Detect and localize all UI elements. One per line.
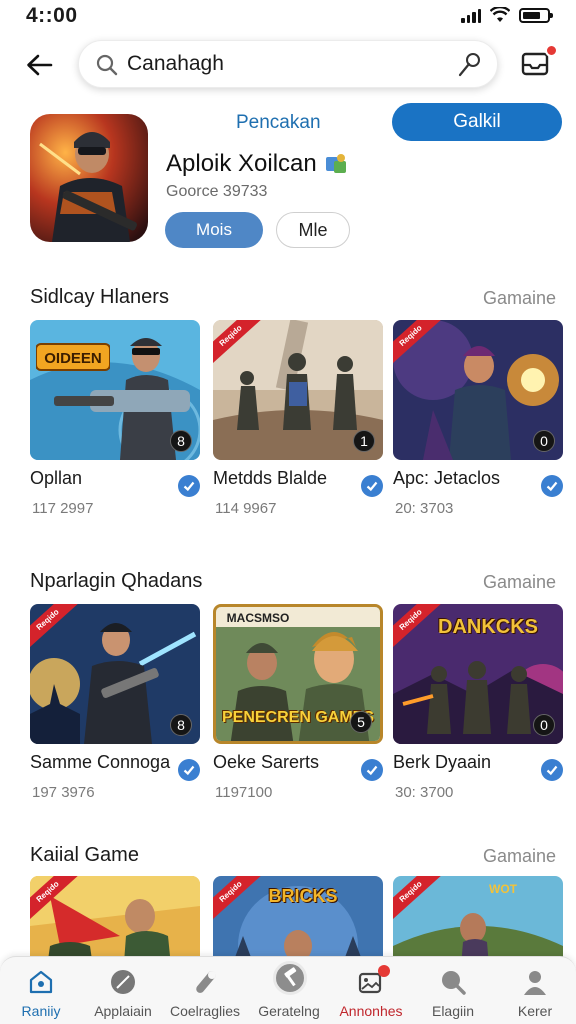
voice-search-icon[interactable] xyxy=(455,51,483,79)
verified-icon xyxy=(361,475,383,497)
rank-badge: 8 xyxy=(170,714,192,736)
nav-item-announcements[interactable]: Annonhes xyxy=(330,957,412,1024)
download-count: 114 9967 xyxy=(215,500,277,517)
game-card[interactable]: Reqido xyxy=(30,876,200,1016)
wrench-icon xyxy=(196,971,216,993)
game-thumbnail: Reqido 8 xyxy=(30,604,200,744)
search-icon xyxy=(442,971,466,995)
rank-badge: 1 xyxy=(353,430,375,452)
section-title: Sidlcay Hlaners xyxy=(30,286,169,308)
game-card[interactable]: MACSMSO PENECREN GAMES 5 Oeke Sarerts 11… xyxy=(213,604,383,804)
more-button[interactable]: Mois xyxy=(165,212,263,248)
app-title-text: Aploik Xoilcan xyxy=(166,150,317,177)
feather-icon xyxy=(111,970,135,994)
app-title: Aploik Xoilcan xyxy=(166,150,349,178)
nav-item-applications[interactable]: Applaiain xyxy=(82,957,164,1024)
game-card[interactable]: Reqido 0 Apc: Jetaclos 20: 3703 xyxy=(393,320,563,520)
nav-label: Kerer xyxy=(517,1003,553,1019)
person-icon xyxy=(524,971,546,995)
verified-icon xyxy=(361,759,383,781)
wifi-icon xyxy=(490,7,510,22)
game-card[interactable]: BRICKS Reqido xyxy=(213,876,383,1016)
verified-icon xyxy=(178,759,200,781)
rank-badge: 0 xyxy=(533,430,555,452)
get-button[interactable]: Galkil xyxy=(392,103,562,141)
notification-dot xyxy=(378,965,390,977)
nav-label: Raniiy xyxy=(21,1003,61,1019)
nav-item-home[interactable]: Raniiy xyxy=(0,957,82,1024)
section-more-link[interactable]: Gamaine xyxy=(483,846,556,867)
back-button[interactable] xyxy=(20,46,58,84)
verified-icon xyxy=(541,475,563,497)
verified-icon xyxy=(541,759,563,781)
home-icon xyxy=(29,970,53,994)
rank-badge: 0 xyxy=(533,714,555,736)
app-subtitle: Goorce 39733 xyxy=(166,183,268,200)
notifications-button[interactable] xyxy=(520,44,558,82)
game-name: Metdds Blalde xyxy=(213,468,328,488)
game-thumbnail: DANKCKS Reqido 0 xyxy=(393,604,563,744)
game-card[interactable]: Reqido 8 Samme Connoga 197 3976 xyxy=(30,604,200,804)
download-count: 30: 3700 xyxy=(395,784,454,801)
signal-icon xyxy=(461,8,481,23)
section-title: Nparlagin Qhadans xyxy=(30,570,203,592)
featured-app-icon[interactable] xyxy=(30,114,148,242)
game-logo: WOT xyxy=(489,882,517,896)
game-thumbnail: Reqido 1 xyxy=(213,320,383,460)
game-thumbnail: Reqido 0 xyxy=(393,320,563,460)
verified-icon xyxy=(178,475,200,497)
nav-label: Annonhes xyxy=(339,1003,403,1019)
game-logo: BRICKS xyxy=(268,886,338,906)
game-name: Samme Connoga xyxy=(30,752,171,772)
bottom-navigation: Raniiy Applaiain Coelraglies Geratelng A… xyxy=(0,956,576,1024)
arrow-left-icon xyxy=(27,54,53,76)
game-thumbnail: OIDEEN 8 xyxy=(30,320,200,460)
game-card[interactable]: Reqido 1 Metdds Blalde 114 9967 xyxy=(213,320,383,520)
section-more-link[interactable]: Gamaine xyxy=(483,572,556,593)
search-box[interactable] xyxy=(78,40,498,88)
game-logo: OIDEEN xyxy=(36,343,110,371)
rank-badge: 5 xyxy=(350,711,372,733)
nav-item-center[interactable]: Geratelng xyxy=(248,957,330,1024)
notification-dot xyxy=(545,44,558,57)
nav-label: Coelraglies xyxy=(169,1003,241,1019)
section-more-link[interactable]: Gamaine xyxy=(483,288,556,309)
hammer-icon xyxy=(273,961,307,995)
rank-badge: 8 xyxy=(170,430,192,452)
status-icons xyxy=(461,7,553,23)
nav-label: Elagiin xyxy=(431,1003,475,1019)
game-card[interactable]: OIDEEN 8 Opllan 117 2997 xyxy=(30,320,200,520)
svg-text:MACSMSO: MACSMSO xyxy=(227,611,290,625)
section-title: Kaiial Game xyxy=(30,844,139,866)
game-name: Oeke Sarerts xyxy=(213,752,320,772)
developer-badge-icon xyxy=(325,154,346,173)
download-count: 1197100 xyxy=(215,784,273,801)
nav-item-categories[interactable]: Coelraglies xyxy=(164,957,246,1024)
status-bar: 4::00 xyxy=(0,0,576,32)
game-name: Opllan xyxy=(30,468,83,488)
download-count: 117 2997 xyxy=(32,500,94,517)
game-thumbnail: MACSMSO PENECREN GAMES 5 xyxy=(213,604,383,744)
svg-text:OIDEEN: OIDEEN xyxy=(44,350,102,367)
nav-label: Applaiain xyxy=(94,1003,152,1019)
search-icon xyxy=(96,54,118,76)
battery-icon xyxy=(519,7,553,23)
download-count: 197 3976 xyxy=(32,784,95,801)
game-name: Berk Dyaain xyxy=(393,752,492,772)
secondary-button[interactable]: Mle xyxy=(276,212,350,248)
game-card[interactable]: WOT Reqido xyxy=(393,876,563,1016)
nav-label: Geratelng xyxy=(258,1003,320,1019)
game-name: Apc: Jetaclos xyxy=(393,468,501,488)
category-link[interactable]: Pencakan xyxy=(236,112,321,134)
status-time: 4::00 xyxy=(26,4,78,27)
game-logo: DANKCKS xyxy=(438,616,538,638)
download-count: 20: 3703 xyxy=(395,500,454,517)
game-card[interactable]: DANKCKS Reqido 0 Berk Dyaain 30: 3700 xyxy=(393,604,563,804)
nav-item-profile[interactable]: Kerer xyxy=(494,957,576,1024)
nav-item-search[interactable]: Elagiin xyxy=(412,957,494,1024)
search-input[interactable] xyxy=(127,41,447,87)
